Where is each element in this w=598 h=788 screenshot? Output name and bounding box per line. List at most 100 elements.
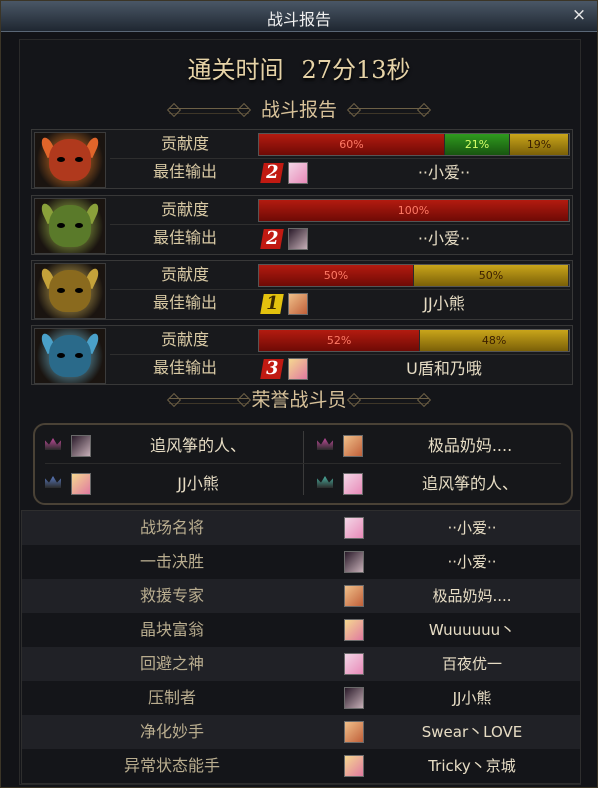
player-avatar-icon[interactable]	[343, 473, 363, 495]
divider	[110, 158, 570, 159]
award-row: 净化妙手 Swear丶LOVE	[22, 715, 580, 749]
boss-row: 贡献度 最佳输出 100% 2 ··小爱··	[31, 195, 573, 255]
boss-face-icon	[49, 335, 91, 377]
rank-badge: 2	[260, 162, 284, 183]
title-bar[interactable]: 战斗报告 ×	[1, 1, 597, 32]
gold-demon-helmet-icon	[34, 263, 106, 319]
contribution-segment: 60%	[259, 134, 445, 155]
clear-time-label: 通关时间	[187, 56, 284, 84]
battle-report-header: 战斗报告	[19, 95, 579, 125]
rank-crown-icon	[317, 438, 333, 450]
best-damage-label: 最佳输出	[152, 228, 217, 247]
player-avatar-icon[interactable]	[344, 551, 364, 573]
honor-fighter[interactable]: 极品奶妈....	[307, 429, 569, 463]
player-avatar-icon[interactable]	[344, 517, 364, 539]
honor-fighter[interactable]: JJ小熊	[35, 467, 297, 501]
contribution-bar: 50% 50%	[258, 264, 570, 287]
rank-crown-icon	[45, 476, 61, 488]
ornament-right-icon	[349, 108, 429, 114]
close-icon[interactable]: ×	[569, 5, 589, 25]
window-title: 战斗报告	[266, 10, 331, 29]
ornament-left-icon	[169, 398, 249, 404]
best-player-name[interactable]: ··小爱··	[318, 227, 570, 251]
contribution-segment: 50%	[259, 265, 414, 286]
honor-player-name: JJ小熊	[177, 474, 219, 493]
boss-row: 贡献度 最佳输出 50% 50% 1 JJ小熊	[31, 260, 573, 320]
player-avatar-icon[interactable]	[288, 162, 308, 184]
boss-face-icon	[49, 205, 91, 247]
award-title: 压制者	[147, 688, 196, 707]
battle-report-window: 战斗报告 × 通关时间 27分13秒 战斗报告 贡献度 最佳输出 60% 21% 19% 2…	[0, 0, 598, 788]
player-avatar-icon[interactable]	[343, 435, 363, 457]
best-damage-label: 最佳输出	[152, 358, 217, 377]
honor-fighter[interactable]: 追风筝的人、	[307, 467, 569, 501]
player-avatar-icon[interactable]	[288, 293, 308, 315]
best-player-name[interactable]: U盾和乃哦	[318, 357, 570, 381]
boss-row: 贡献度最佳输出 60% 21% 19% 2 ··小爱··	[31, 129, 573, 189]
best-player-name[interactable]: ··小爱··	[318, 161, 570, 185]
award-title: 异常状态能手	[123, 756, 220, 775]
honor-player-name: 追风筝的人、	[421, 474, 518, 493]
best-damage-row: 2 ··小爱··	[258, 227, 570, 251]
contribution-bar: 52% 48%	[258, 329, 570, 352]
contribution-segment: 19%	[510, 134, 569, 155]
contribution-segment: 100%	[259, 200, 569, 221]
player-avatar-icon[interactable]	[344, 619, 364, 641]
player-avatar-icon[interactable]	[288, 228, 308, 250]
best-damage-label: 最佳输出	[152, 162, 217, 181]
player-avatar-icon[interactable]	[344, 755, 364, 777]
honor-player-name: 极品奶妈....	[427, 436, 513, 455]
contribution-segment: 50%	[414, 265, 569, 286]
contribution-segment: 21%	[445, 134, 511, 155]
award-title: 净化妙手	[139, 722, 204, 741]
award-player-name[interactable]: Wuuuuuu丶	[372, 613, 572, 647]
rank-badge: 2	[260, 228, 284, 249]
honor-heading: 荣誉战斗员	[251, 389, 347, 411]
contribution-label: 贡献度	[160, 134, 209, 153]
award-player-name[interactable]: Swear丶LOVE	[372, 715, 572, 749]
award-row: 一击决胜 ··小爱··	[22, 545, 580, 579]
rank-crown-icon	[45, 438, 61, 450]
award-player-name[interactable]: Tricky丶京城	[372, 749, 572, 783]
award-player-name[interactable]: 百夜优一	[372, 647, 572, 681]
green-demon-helmet-icon	[34, 198, 106, 254]
ornament-right-icon	[349, 398, 429, 404]
player-avatar-icon[interactable]	[344, 653, 364, 675]
award-player-name[interactable]: ··小爱··	[372, 545, 572, 579]
divider	[45, 463, 561, 464]
boss-face-icon	[49, 139, 91, 181]
contribution-label: 贡献度	[160, 265, 209, 284]
divider	[110, 289, 570, 290]
best-damage-row: 3 U盾和乃哦	[258, 357, 570, 381]
award-player-name[interactable]: 极品奶妈....	[372, 579, 572, 613]
award-row: 晶块富翁 Wuuuuuu丶	[22, 613, 580, 647]
honor-fighter[interactable]: 追风筝的人、	[35, 429, 297, 463]
boss-face-icon	[49, 270, 91, 312]
battle-report-heading: 战斗报告	[260, 99, 337, 121]
contribution-segment: 52%	[259, 330, 421, 351]
player-avatar-icon[interactable]	[344, 721, 364, 743]
best-player-name[interactable]: JJ小熊	[318, 292, 570, 316]
best-damage-row: 2 ··小爱··	[258, 161, 570, 185]
player-avatar-icon[interactable]	[288, 358, 308, 380]
awards-table: 战场名将 ··小爱·· 一击决胜 ··小爱·· 救援专家 极品奶妈.... 晶块富翁 Wuuu…	[21, 510, 581, 784]
contribution-bar: 60% 21% 19%	[258, 133, 570, 156]
award-row: 回避之神 百夜优一	[22, 647, 580, 681]
award-row: 压制者 JJ小熊	[22, 681, 580, 715]
award-row: 异常状态能手 Tricky丶京城	[22, 749, 580, 783]
award-player-name[interactable]: JJ小熊	[372, 681, 572, 715]
player-avatar-icon[interactable]	[71, 473, 91, 495]
player-avatar-icon[interactable]	[71, 435, 91, 457]
honor-header: 荣誉战斗员	[19, 385, 579, 415]
rank-badge: 3	[260, 358, 284, 379]
award-player-name[interactable]: ··小爱··	[372, 511, 572, 545]
award-title: 战场名将	[139, 518, 204, 537]
honor-fighters-box: 追风筝的人、 极品奶妈.... JJ小熊 追风筝的人、	[33, 423, 573, 505]
red-demon-helmet-icon	[34, 132, 106, 188]
contribution-bar: 100%	[258, 199, 570, 222]
player-avatar-icon[interactable]	[344, 687, 364, 709]
boss-row: 贡献度 最佳输出 52% 48% 3 U盾和乃哦	[31, 325, 573, 385]
player-avatar-icon[interactable]	[344, 585, 364, 607]
ornament-left-icon	[169, 108, 249, 114]
blue-demon-helmet-icon	[34, 328, 106, 384]
